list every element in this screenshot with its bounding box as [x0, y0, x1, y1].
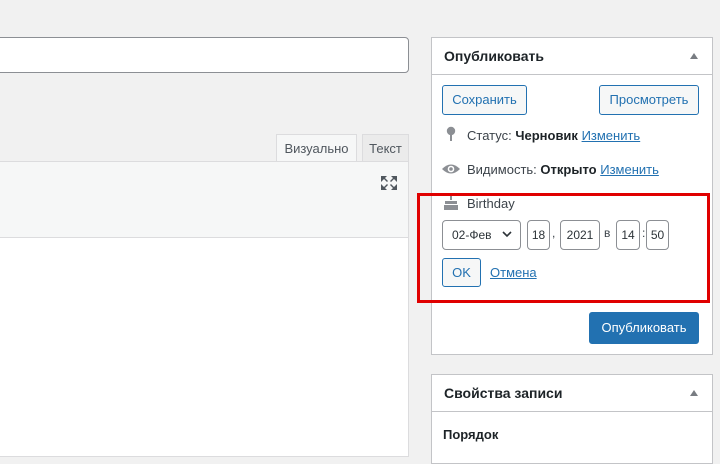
visibility-label: Видимость:	[467, 162, 537, 177]
publish-button[interactable]: Опубликовать	[589, 312, 699, 344]
post-title-input[interactable]	[0, 37, 409, 73]
status-label: Статус:	[467, 128, 512, 143]
order-label: Порядок	[443, 427, 499, 442]
post-properties-box: Свойства записи	[431, 374, 713, 464]
post-properties-header[interactable]: Свойства записи	[432, 375, 712, 412]
publish-box-title: Опубликовать	[444, 48, 544, 64]
editor-content-area[interactable]	[0, 237, 409, 457]
tab-visual[interactable]: Визуально	[276, 134, 357, 162]
preview-button[interactable]: Просмотреть	[599, 85, 699, 115]
highlight-box	[417, 193, 710, 303]
status-edit-link[interactable]: Изменить	[582, 128, 641, 143]
editor-toolbar	[0, 161, 409, 238]
fullscreen-icon[interactable]	[378, 174, 400, 192]
tab-text[interactable]: Текст	[362, 134, 409, 162]
eye-icon	[441, 162, 461, 181]
visibility-row: Видимость: Открыто Изменить	[467, 162, 659, 177]
collapse-arrow-icon[interactable]	[690, 53, 698, 59]
status-row: Статус: Черновик Изменить	[467, 128, 640, 143]
visibility-value: Открыто	[540, 162, 597, 177]
collapse-arrow-icon[interactable]	[690, 390, 698, 396]
pin-icon	[445, 126, 457, 147]
status-value: Черновик	[515, 128, 578, 143]
post-properties-title: Свойства записи	[444, 385, 563, 401]
visibility-edit-link[interactable]: Изменить	[600, 162, 659, 177]
publish-box-header[interactable]: Опубликовать	[432, 38, 712, 75]
save-draft-button[interactable]: Сохранить	[442, 85, 527, 115]
